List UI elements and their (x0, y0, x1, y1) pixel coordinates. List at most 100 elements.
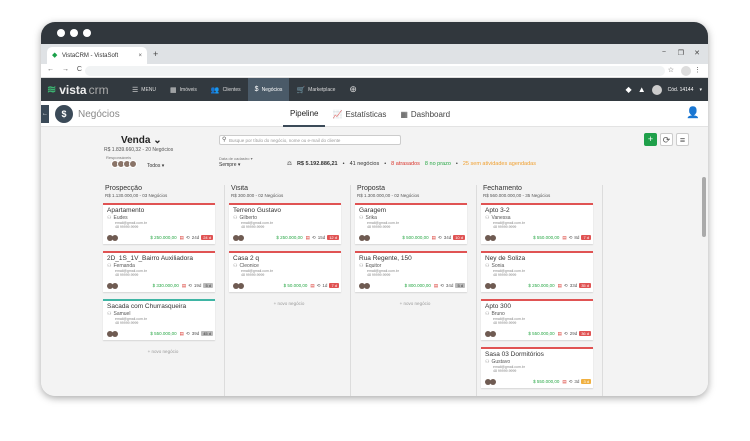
deal-footer: $ 550.000,00 ▤ ⟲ 3d 3 d (485, 378, 591, 385)
new-deal-link[interactable]: + novo negócio (101, 349, 225, 354)
deal-card[interactable]: Ney de Soliza ⚇ Sonia email@gmail.com.br 48 … (481, 251, 593, 292)
nav-menu[interactable]: ☰ MENU (125, 78, 163, 101)
stage-column: Fechamento R$ 560.000.000,00 - 35 Negócio… (479, 185, 603, 396)
tab-estatisticas-label: Estatísticas (345, 109, 387, 119)
tag-icon[interactable]: ◆ (626, 85, 632, 94)
deal-age-badge: 45 d (201, 331, 213, 336)
responsaveis-avatars[interactable] (111, 160, 137, 168)
dashboard-icon: ▦ (400, 109, 408, 119)
close-window-icon[interactable]: ✕ (694, 49, 700, 57)
user-code[interactable]: Cód. 14144 (668, 87, 694, 93)
nav-clientes-label: Clientes (222, 86, 241, 93)
deal-footer: $ 250.000,00 ▤ ⟲ 15d 12 d (233, 234, 339, 241)
minimize-icon[interactable]: − (662, 49, 666, 56)
nav-add[interactable]: ⊕ (342, 78, 367, 101)
new-deal-link[interactable]: + novo negócio (227, 301, 351, 306)
deal-card[interactable]: Apto 3-2 ⚇ Vanessa email@gmail.com.br 48 999… (481, 203, 593, 244)
refresh-button[interactable]: ⟳ (660, 133, 673, 146)
vistacrm-logo[interactable]: ≋ vista crm (47, 83, 125, 97)
deal-days: 15d (317, 235, 326, 240)
atrasados-filter[interactable]: 8 atrasados (391, 161, 420, 167)
deal-title: 2D_1S_1V_Bairro Auxiliadora (107, 255, 193, 262)
person-phone: 48 99999.9999 (493, 225, 517, 229)
deal-days: 1d (322, 283, 328, 288)
list-view-button[interactable]: ≡ (676, 133, 689, 146)
restore-icon[interactable]: ❐ (678, 49, 684, 57)
url-input[interactable] (85, 66, 665, 76)
deal-title: Terreno Gustavo (233, 207, 282, 214)
deal-card[interactable]: Terreno Gustavo ⚇ Gilberto email@gmail.com.… (229, 203, 341, 244)
nav-marketplace[interactable]: 🛒 Marketplace (289, 78, 342, 101)
deal-days: 34d (443, 235, 452, 240)
pipeline-selector[interactable]: Venda ⌄ (121, 135, 162, 146)
nav-imoveis-label: Imóveis (179, 86, 197, 93)
module-header: ← $ Negócios Pipeline 📈 Estatísticas ▦ D… (41, 101, 708, 127)
deal-card[interactable]: Apto 300 ⚇ Bruno email@gmail.com.br 48 99999… (481, 299, 593, 340)
cycle-icon: ⟲ (568, 378, 573, 384)
deal-card[interactable]: Rua Regente, 150 ⚇ Equitor email@gmail.com.… (355, 251, 467, 292)
actions-group: + ⟳ ≡ (644, 133, 689, 146)
window-dot[interactable] (70, 29, 78, 37)
tab-dashboard[interactable]: ▦ Dashboard (393, 101, 457, 127)
nav-imoveis[interactable]: ▦ Imóveis (163, 78, 204, 101)
new-tab-button[interactable]: + (153, 49, 158, 59)
back-button[interactable]: ← (41, 105, 49, 123)
add-deal-button[interactable]: + (644, 133, 657, 146)
deal-value: $ 800.000,00 (404, 283, 431, 288)
deal-footer: $ 550.000,00 ▤ ⟲ 29d 36 d (485, 330, 591, 337)
deal-card[interactable]: Garagem ⚇ Srika email@gmail.com.br 48 99999.… (355, 203, 467, 244)
deal-card[interactable]: Sasa 03 Dormitórios ⚇ Gustavo email@gmail.c… (481, 347, 593, 388)
deal-footer: $ 800.000,00 ▤ ⟲ 34d 5 d (359, 282, 465, 289)
deal-card[interactable]: Sacada com Churrasqueira ⚇ Samuel email@gma… (103, 299, 215, 340)
person-avatar-icon[interactable]: 👤 (686, 106, 700, 122)
deal-title: Casa 2 q (233, 255, 260, 262)
window-dot[interactable] (57, 29, 65, 37)
window-dot[interactable] (83, 29, 91, 37)
stage-column: Prospecção R$ 1.130.000,00 - 03 Negócios A… (101, 185, 225, 396)
deal-value: $ 550.000,00 (150, 331, 177, 336)
no-prazo-filter[interactable]: 8 no prazo (425, 161, 451, 167)
person-phone: 48 99999.9999 (115, 321, 139, 325)
browser-tab[interactable]: ◆ VistaCRM - VistaSoft × (47, 47, 147, 64)
bookmark-star-icon[interactable]: ☆ (668, 66, 674, 74)
profile-icon[interactable] (681, 66, 691, 76)
person-phone: 48 99999.9999 (493, 321, 517, 325)
deal-days: 24d (191, 235, 200, 240)
nav-menu-label: MENU (141, 86, 157, 93)
new-deal-link[interactable]: + novo negócio (353, 301, 477, 306)
tab-pipeline[interactable]: Pipeline (283, 101, 326, 127)
stage-summary: R$ 300.000 - 02 Negócios (231, 193, 284, 198)
tab-estatisticas[interactable]: 📈 Estatísticas (325, 101, 393, 127)
deal-card[interactable]: Casa 2 q ⚇ Cleonice email@gmail.com.br 48 99… (229, 251, 341, 292)
bell-icon[interactable]: ▲ (638, 85, 646, 94)
chevron-down-icon[interactable]: ▾ (699, 87, 702, 93)
deal-title: Apartamento (107, 207, 145, 214)
scrollbar-thumb[interactable] (702, 177, 706, 237)
scale-icon: ⚖ (287, 161, 292, 167)
nav-negocios[interactable]: $ Negócios (247, 78, 290, 101)
person-icon: ⚇ (233, 263, 238, 269)
deal-value: $ 50.000,00 (283, 283, 308, 288)
search-input[interactable]: ⚲ Busque por título do negócio, nome ou … (219, 135, 401, 145)
deal-age-badge: 24 d (201, 235, 213, 240)
data-cadastro-label[interactable]: Data de cadastro ▾ (219, 156, 253, 161)
avatar (238, 282, 244, 289)
deal-card[interactable]: Apartamento ⚇ Eudes email@gmail.com.br 48 99… (103, 203, 215, 244)
close-tab-icon[interactable]: × (138, 53, 142, 59)
avatar (490, 282, 496, 289)
document-icon: ▤ (562, 234, 567, 240)
deal-days: 39d (191, 331, 200, 336)
deal-value: $ 550.000,00 (533, 235, 560, 240)
data-cadastro-select[interactable]: Sempre ▾ (219, 162, 240, 168)
deal-card[interactable]: 2D_1S_1V_Bairro Auxiliadora ⚇ Fernanda emai… (103, 251, 215, 292)
nav-clientes[interactable]: 👥 Clientes (204, 78, 248, 101)
browser-menu-icon[interactable]: ⋮ (694, 66, 701, 74)
nav-buttons[interactable]: ← → C (47, 66, 85, 73)
user-avatar[interactable] (651, 84, 662, 95)
pipeline-content: Venda ⌄ R$ 1.839.660,32 - 20 Negócios Re… (41, 127, 708, 396)
module-title: Negócios (78, 109, 120, 120)
sem-atividades-filter[interactable]: 25 sem atividades agendadas (463, 161, 536, 167)
document-icon: ▤ (179, 234, 184, 240)
todos-dropdown[interactable]: Todos ▾ (147, 163, 164, 169)
deal-age-badge: 3 d (581, 379, 591, 384)
